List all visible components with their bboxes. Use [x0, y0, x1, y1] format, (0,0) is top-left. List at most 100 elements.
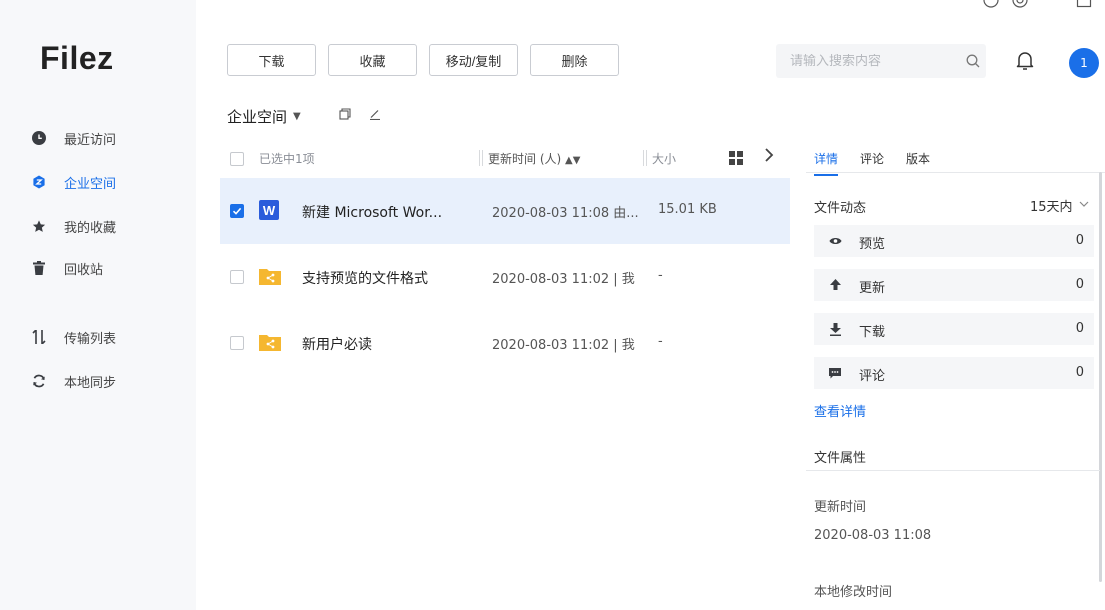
- enterprise-space-icon: [32, 175, 46, 189]
- file-time: 2020-08-03 11:02 | 我: [492, 272, 635, 287]
- column-header-time-label: 更新时间 (人): [488, 152, 562, 166]
- row-checkbox[interactable]: [230, 336, 244, 350]
- sync-icon: [32, 374, 46, 388]
- move-copy-button[interactable]: 移动/复制: [429, 44, 518, 76]
- chevron-down-icon: [1079, 200, 1089, 211]
- settings-icon[interactable]: [1012, 0, 1028, 8]
- select-all-checkbox[interactable]: [230, 152, 244, 166]
- app-logo: Filez: [40, 40, 114, 76]
- sidebar-item-recycle-bin[interactable]: 回收站: [32, 257, 103, 279]
- transfer-icon: [32, 330, 46, 344]
- window-icon[interactable]: [1076, 0, 1092, 8]
- sidebar-item-label: 企业空间: [64, 176, 117, 192]
- activity-row-comment: 评论 0: [814, 357, 1094, 389]
- column-separator[interactable]: [479, 150, 480, 166]
- activity-count: 0: [1075, 321, 1084, 336]
- activity-count: 0: [1075, 365, 1084, 380]
- view-details-link[interactable]: 查看详情: [814, 401, 866, 420]
- period-value: 15天内: [1030, 200, 1073, 215]
- properties-title: 文件属性: [814, 451, 867, 466]
- updated-time-label: 更新时间: [814, 500, 867, 515]
- file-size: 15.01 KB: [658, 202, 717, 217]
- activity-row-preview: 预览 0: [814, 225, 1094, 257]
- local-modified-label: 本地修改时间: [814, 585, 893, 600]
- file-size: -: [658, 268, 663, 283]
- clock-icon: [32, 131, 46, 145]
- shared-folder-icon: [259, 332, 281, 352]
- row-checkbox[interactable]: [230, 204, 244, 218]
- sort-icon: ▲▼: [565, 155, 581, 166]
- svg-text:W: W: [263, 203, 276, 218]
- column-separator[interactable]: [643, 150, 644, 166]
- column-separator[interactable]: [646, 150, 647, 166]
- eye-icon: [828, 234, 842, 248]
- tab-details[interactable]: 详情: [814, 150, 839, 176]
- search-box: [776, 44, 986, 78]
- chevron-right-icon[interactable]: [764, 148, 774, 166]
- copy-icon[interactable]: [339, 108, 351, 124]
- file-name[interactable]: 新建 Microsoft Wor...: [302, 202, 442, 222]
- sidebar: Filez 最近访问 企业空间 我的收藏 回收站 传输列表 本地同步: [0, 0, 196, 610]
- download-button[interactable]: 下载: [227, 44, 316, 76]
- column-header-size[interactable]: 大小: [652, 150, 676, 167]
- sidebar-item-label: 我的收藏: [64, 220, 117, 236]
- detail-tabs: 详情 评论 版本: [814, 150, 952, 176]
- sidebar-item-label: 传输列表: [64, 331, 117, 347]
- trash-icon: [32, 261, 46, 275]
- sidebar-item-favorites[interactable]: 我的收藏: [32, 215, 116, 237]
- selected-count: 已选中1项: [259, 152, 315, 166]
- file-time: 2020-08-03 11:08 由...: [492, 206, 639, 221]
- activity-count: 0: [1075, 277, 1084, 292]
- shared-folder-icon: [259, 266, 281, 286]
- divider: [806, 172, 1105, 173]
- activity-row-update: 更新 0: [814, 269, 1094, 301]
- search-input[interactable]: [776, 53, 960, 69]
- file-row[interactable]: 支持预览的文件格式 2020-08-03 11:02 | 我 -: [220, 244, 790, 310]
- activity-label: 更新: [859, 281, 886, 296]
- comment-icon: [828, 366, 842, 380]
- file-row[interactable]: 新用户必读 2020-08-03 11:02 | 我 -: [220, 310, 790, 376]
- activity-count: 0: [1075, 233, 1084, 248]
- star-icon: [32, 219, 46, 233]
- tab-comments[interactable]: 评论: [860, 150, 884, 167]
- scrollbar[interactable]: [1099, 172, 1102, 582]
- breadcrumb[interactable]: 企业空间 ▼: [227, 106, 301, 127]
- file-row[interactable]: W 新建 Microsoft Wor... 2020-08-03 11:08 由…: [220, 178, 790, 244]
- sidebar-item-label: 最近访问: [64, 132, 117, 148]
- sidebar-item-label: 回收站: [64, 262, 104, 278]
- activity-row-download: 下载 0: [814, 313, 1094, 345]
- activity-label: 评论: [859, 369, 886, 384]
- search-icon[interactable]: [960, 54, 986, 68]
- download-arrow-icon: [828, 322, 842, 336]
- activity-title: 文件动态: [814, 201, 867, 216]
- sidebar-item-label: 本地同步: [64, 375, 117, 391]
- row-checkbox[interactable]: [230, 270, 244, 284]
- sidebar-item-transfer-list[interactable]: 传输列表: [32, 326, 116, 348]
- bell-icon[interactable]: [1016, 50, 1034, 76]
- file-size: -: [658, 334, 663, 349]
- breadcrumb-current: 企业空间: [227, 108, 288, 126]
- delete-button[interactable]: 删除: [530, 44, 619, 76]
- rename-icon[interactable]: [369, 108, 381, 124]
- caret-down-icon: ▼: [293, 111, 301, 122]
- sidebar-item-local-sync[interactable]: 本地同步: [32, 370, 116, 392]
- upload-arrow-icon: [828, 278, 842, 292]
- divider: [806, 470, 1100, 471]
- activity-label: 预览: [859, 237, 886, 252]
- column-separator[interactable]: [482, 150, 483, 166]
- tab-versions[interactable]: 版本: [906, 150, 930, 167]
- updated-time-value: 2020-08-03 11:08: [814, 528, 932, 543]
- grid-view-icon[interactable]: [729, 151, 743, 168]
- activity-label: 下载: [859, 325, 886, 340]
- file-name[interactable]: 新用户必读: [302, 334, 372, 354]
- favorite-button[interactable]: 收藏: [328, 44, 417, 76]
- file-time: 2020-08-03 11:02 | 我: [492, 338, 635, 353]
- file-name[interactable]: 支持预览的文件格式: [302, 268, 428, 288]
- column-header-time[interactable]: 更新时间 (人) ▲▼: [488, 150, 580, 167]
- file-list-header: 已选中1项 更新时间 (人) ▲▼ 大小: [220, 146, 790, 172]
- help-icon[interactable]: [983, 0, 999, 8]
- sidebar-item-enterprise-space[interactable]: 企业空间: [32, 171, 116, 193]
- sidebar-item-recent[interactable]: 最近访问: [32, 127, 116, 149]
- period-select[interactable]: 15天内: [1030, 196, 1089, 215]
- avatar[interactable]: 1: [1069, 48, 1099, 78]
